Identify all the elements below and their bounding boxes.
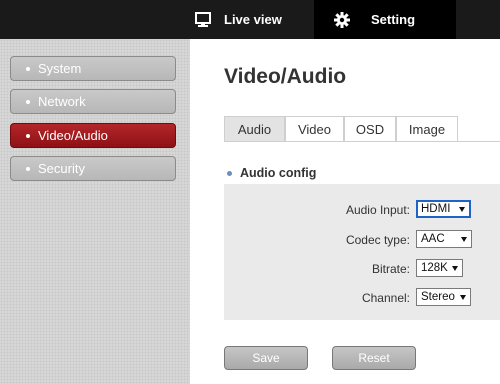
tab-audio[interactable]: Audio [224, 116, 285, 141]
tab-osd[interactable]: OSD [344, 116, 396, 141]
codec-type-label: Codec type: [345, 233, 410, 247]
sidebar-item-security[interactable]: Security [10, 156, 176, 181]
sidebar-item-label: System [38, 61, 82, 76]
sidebar-item-video-audio[interactable]: Video/Audio [10, 123, 176, 148]
bitrate-value: 128K [421, 262, 448, 274]
tab-divider [224, 141, 500, 142]
sidebar-item-system[interactable]: System [10, 56, 176, 81]
save-button[interactable]: Save [224, 346, 308, 370]
channel-value: Stereo [421, 291, 455, 303]
audio-input-value: HDMI [421, 203, 451, 215]
bullet-icon [26, 66, 30, 71]
tab-video[interactable]: Video [285, 116, 344, 141]
bitrate-label: Bitrate: [371, 262, 410, 276]
section-title-label: Audio config [240, 166, 317, 180]
sidebar-item-label: Security [38, 161, 85, 176]
channel-select[interactable]: Stereo [416, 288, 471, 306]
bitrate-select[interactable]: 128K [416, 259, 463, 277]
bullet-icon [227, 170, 232, 176]
nav-live-view[interactable]: Live view [192, 0, 314, 39]
page-title: Video/Audio [224, 65, 347, 88]
chevron-down-icon [460, 295, 466, 300]
sidebar: System Network Video/Audio Security [0, 39, 190, 384]
monitor-icon [194, 11, 212, 29]
reset-button[interactable]: Reset [332, 346, 416, 370]
bullet-icon [26, 99, 30, 104]
chevron-down-icon [459, 207, 465, 212]
gear-icon [333, 11, 351, 29]
tab-image[interactable]: Image [396, 116, 458, 141]
nav-setting[interactable]: Setting [314, 0, 456, 39]
codec-type-value: AAC [421, 233, 445, 245]
section-title: Audio config [227, 166, 316, 180]
audio-input-select[interactable]: HDMI [416, 200, 471, 218]
nav-setting-label: Setting [371, 12, 416, 27]
channel-label: Channel: [361, 291, 410, 305]
nav-live-view-label: Live view [224, 12, 282, 27]
chevron-down-icon [452, 266, 458, 271]
bullet-icon [26, 166, 30, 171]
bullet-icon [26, 133, 30, 138]
sidebar-item-label: Video/Audio [38, 128, 108, 143]
codec-type-select[interactable]: AAC [416, 230, 472, 248]
sidebar-item-label: Network [38, 94, 86, 109]
sidebar-item-network[interactable]: Network [10, 89, 176, 114]
top-bar: Live view Setting [0, 0, 500, 39]
audio-input-label: Audio Input: [345, 203, 410, 217]
chevron-down-icon [461, 237, 467, 242]
